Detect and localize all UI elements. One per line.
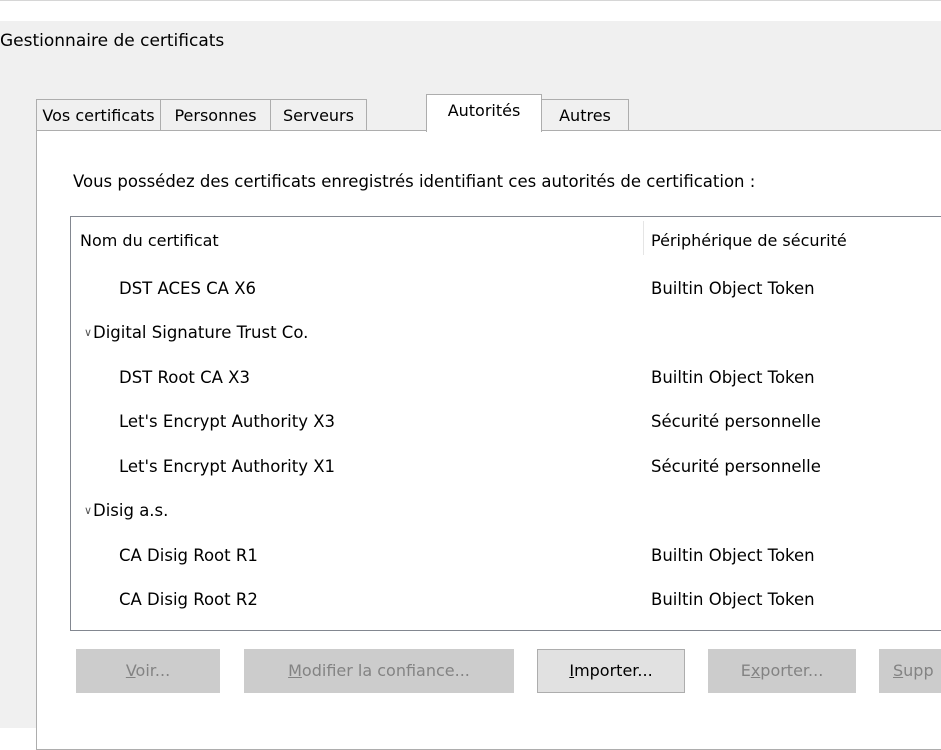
dialog-title: Gestionnaire de certificats xyxy=(0,31,225,51)
tab-authorities[interactable]: Autorités xyxy=(426,94,542,132)
tree-group-row[interactable]: ∨ Digital Signature Trust Co. xyxy=(71,311,941,355)
security-device: Builtin Object Token xyxy=(651,368,815,387)
tree-group-row[interactable]: ∨ Disig a.s. xyxy=(71,489,941,533)
title-strip xyxy=(0,1,941,21)
security-device: Sécurité personnelle xyxy=(651,457,821,476)
panel-description: Vous possédez des certificats enregistré… xyxy=(73,172,756,191)
tab-servers[interactable]: Serveurs xyxy=(270,99,367,130)
security-device: Builtin Object Token xyxy=(651,279,815,298)
import-button[interactable]: Importer... xyxy=(537,649,685,693)
export-button[interactable]: Exporter... xyxy=(708,649,856,693)
tab-your-certificates[interactable]: Vos certificats xyxy=(36,99,161,130)
tree-header: Nom du certificat Périphérique de sécuri… xyxy=(71,217,941,259)
tree-row[interactable]: DST Root CA X3 Builtin Object Token xyxy=(71,356,941,400)
view-button[interactable]: Voir... xyxy=(76,649,220,693)
tree-row[interactable]: DST ACES CA X6 Builtin Object Token xyxy=(71,267,941,311)
tree-row[interactable]: Let's Encrypt Authority X3 Sécurité pers… xyxy=(71,400,941,444)
tab-others[interactable]: Autres xyxy=(541,99,629,130)
certificate-name: DST ACES CA X6 xyxy=(119,279,257,298)
certificate-name: Let's Encrypt Authority X3 xyxy=(119,412,336,431)
group-name: Disig a.s. xyxy=(93,501,169,520)
certificate-name: DST Root CA X3 xyxy=(119,368,250,387)
certificate-name: Let's Encrypt Authority X1 xyxy=(119,457,336,476)
column-header-certificate-name[interactable]: Nom du certificat xyxy=(80,230,219,252)
certificate-manager-window: Gestionnaire de certificats Vos certific… xyxy=(0,0,941,750)
certificate-name: CA Disig Root R2 xyxy=(119,590,258,609)
column-header-security-device[interactable]: Périphérique de sécurité xyxy=(651,230,847,252)
tree-row[interactable]: CA Disig Root R2 Builtin Object Token xyxy=(71,578,941,622)
tree-row[interactable]: CA Disig Root R1 Builtin Object Token xyxy=(71,534,941,578)
group-name: Digital Signature Trust Co. xyxy=(93,323,309,342)
security-device: Builtin Object Token xyxy=(651,590,815,609)
security-device: Sécurité personnelle xyxy=(651,412,821,431)
column-separator[interactable] xyxy=(643,221,644,255)
tab-people[interactable]: Personnes xyxy=(160,99,271,130)
certificate-name: CA Disig Root R1 xyxy=(119,546,258,565)
certificate-tree[interactable]: Nom du certificat Périphérique de sécuri… xyxy=(70,216,941,631)
delete-button[interactable]: Supp xyxy=(879,649,941,693)
security-device: Builtin Object Token xyxy=(651,546,815,565)
button-bar: Voir... Modifier la confiance... Importe… xyxy=(0,649,941,699)
edit-trust-button[interactable]: Modifier la confiance... xyxy=(244,649,514,693)
tree-row[interactable]: Let's Encrypt Authority X1 Sécurité pers… xyxy=(71,445,941,489)
